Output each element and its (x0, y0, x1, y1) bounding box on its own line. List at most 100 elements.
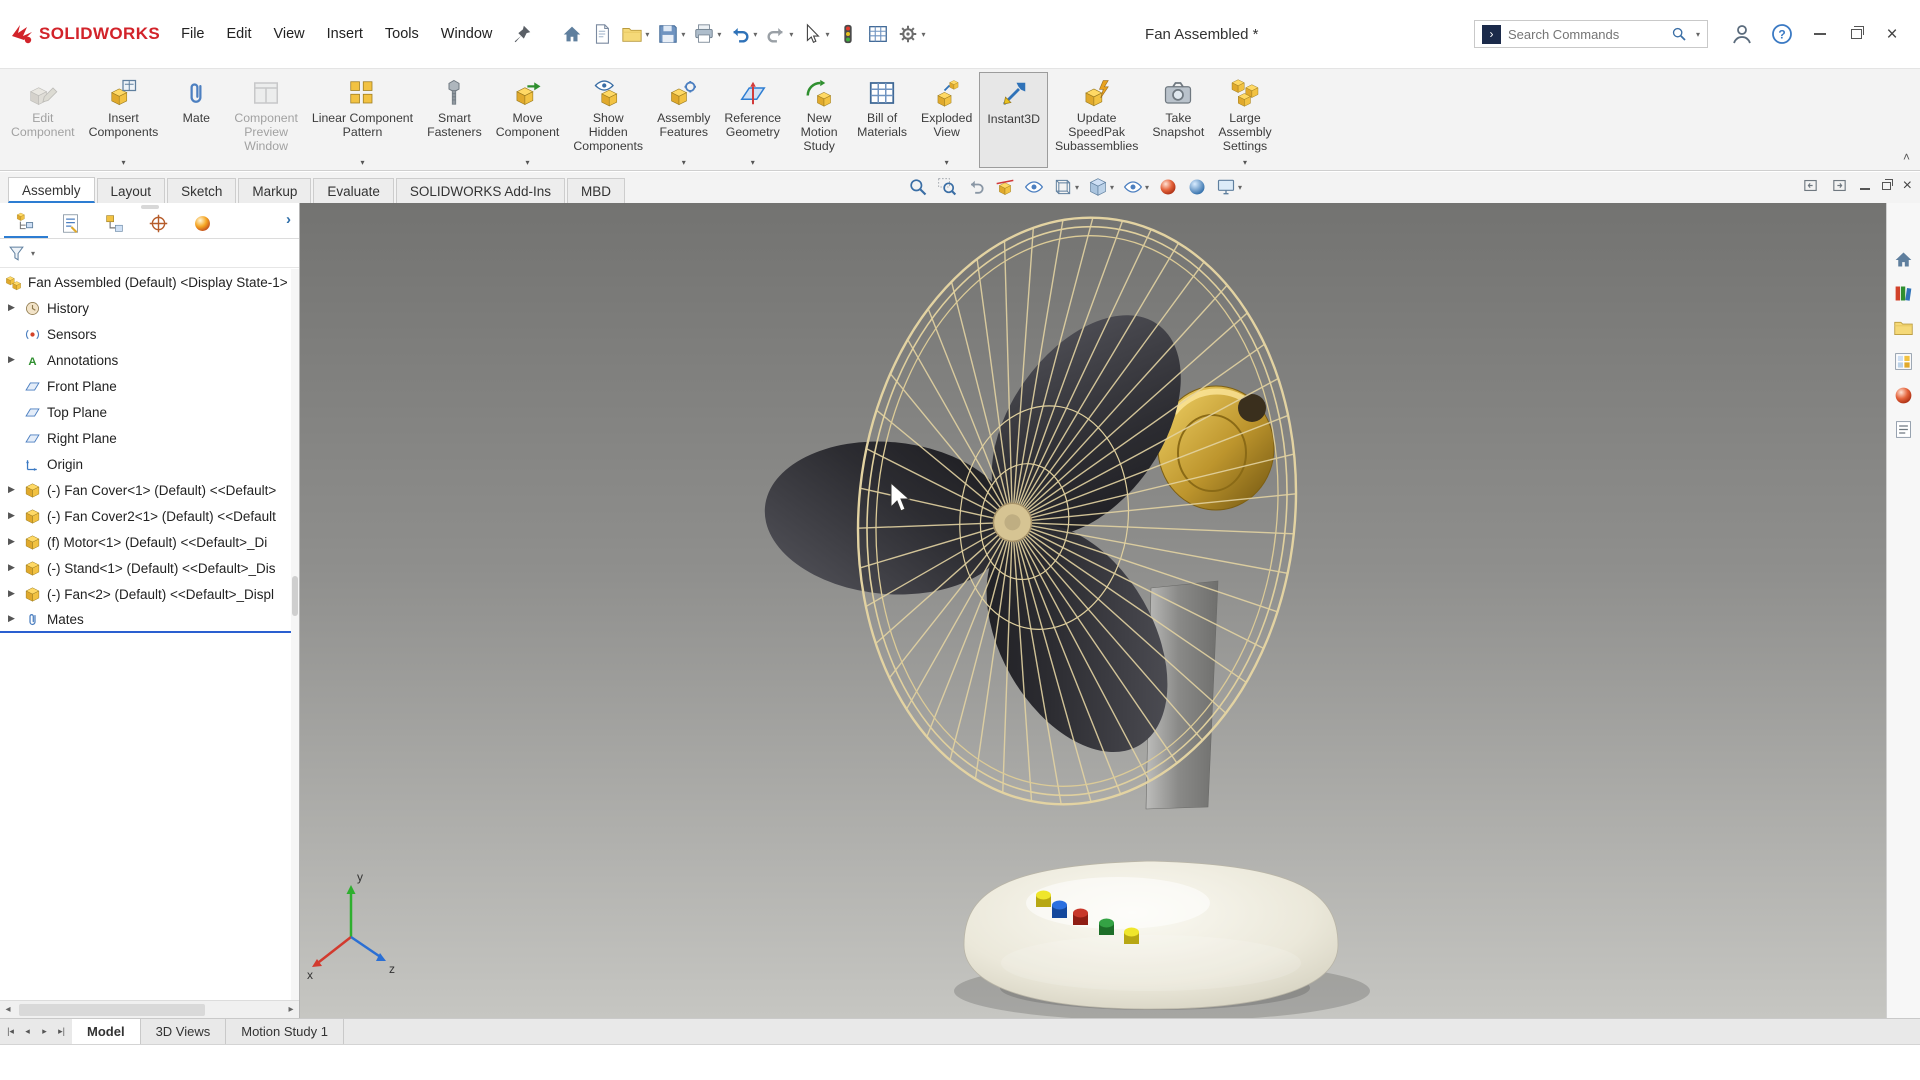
hide-show-items-button[interactable]: ▾ (1085, 175, 1117, 199)
redo-button[interactable]: ▾ (761, 20, 797, 48)
print-dropdown-caret[interactable]: ▾ (717, 30, 721, 39)
select-dropdown-caret[interactable]: ▾ (825, 30, 829, 39)
zoom-to-fit-button[interactable] (905, 175, 931, 199)
ribbon-button-reference-geometry[interactable]: Reference Geometry ▾ (717, 72, 788, 168)
scroll-left-arrow[interactable]: ◂ (0, 1004, 16, 1015)
tree-item-top-plane[interactable]: Top Plane (0, 399, 291, 425)
document-minimize-button[interactable] (1859, 178, 1870, 193)
ribbon-button-move-component[interactable]: Move Component ▾ (489, 72, 567, 168)
last-tab-button[interactable]: ▸| (54, 1026, 69, 1037)
menu-tools[interactable]: Tools (374, 18, 430, 50)
ribbon-button-exploded-view[interactable]: Exploded View ▾ (914, 72, 979, 168)
filter-caret[interactable]: ▾ (31, 249, 35, 258)
next-window-icon[interactable] (1831, 177, 1848, 194)
menu-edit[interactable]: Edit (215, 18, 262, 50)
dynamic-annotation-views-button[interactable] (1021, 175, 1047, 199)
undo-dropdown-caret[interactable]: ▾ (753, 30, 757, 39)
ribbon-button-show-hidden-components[interactable]: Show Hidden Components (566, 72, 650, 168)
zoom-to-area-button[interactable] (934, 175, 960, 199)
view-palette-button[interactable] (1892, 349, 1916, 373)
tab-property-manager[interactable] (48, 210, 92, 238)
tree-item-stand-1[interactable]: ▶ (-) Stand<1> (Default) <<Default>_Dis (0, 555, 291, 581)
undo-button[interactable]: ▾ (725, 20, 761, 48)
tab-dimxpert-manager[interactable] (136, 210, 180, 238)
view-orientation-caret[interactable]: ▾ (1145, 183, 1149, 192)
tab-motion-study-1[interactable]: Motion Study 1 (226, 1019, 344, 1044)
ribbon-button-component-preview-window[interactable]: Component Preview Window (227, 72, 305, 168)
tree-item-fan-cover2-1[interactable]: ▶ (-) Fan Cover2<1> (Default) <<Default (0, 503, 291, 529)
panel-expand-chevron[interactable]: › (286, 211, 291, 228)
ribbon-button-take-snapshot[interactable]: Take Snapshot (1145, 72, 1211, 168)
options-button[interactable]: ▾ (893, 20, 929, 48)
tab-layout[interactable]: Layout (96, 178, 166, 203)
ribbon-button-large-assembly-settings[interactable]: Large Assembly Settings ▾ (1211, 72, 1278, 168)
open-dropdown-caret[interactable]: ▾ (645, 30, 649, 39)
scrollbar-thumb[interactable] (292, 576, 298, 617)
search-commands-box[interactable]: › ▾ (1474, 20, 1708, 48)
search-scope-chip[interactable]: › (1482, 24, 1501, 44)
expand-arrow-icon[interactable]: ▶ (8, 536, 15, 547)
linear-component-pattern-caret[interactable]: ▾ (305, 158, 420, 167)
tree-item-mates[interactable]: ▶ Mates (0, 607, 291, 633)
ribbon-button-linear-component-pattern[interactable]: Linear Component Pattern ▾ (305, 72, 420, 168)
ribbon-button-instant3d[interactable]: Instant3D (979, 72, 1048, 168)
redo-dropdown-caret[interactable]: ▾ (789, 30, 793, 39)
menu-file[interactable]: File (170, 18, 215, 50)
previous-tab-button[interactable]: ◂ (20, 1026, 35, 1037)
expand-arrow-icon[interactable]: ▶ (8, 484, 15, 495)
save-dropdown-caret[interactable]: ▾ (681, 30, 685, 39)
menu-insert[interactable]: Insert (316, 18, 374, 50)
move-component-caret[interactable]: ▾ (489, 158, 567, 167)
exploded-view-caret[interactable]: ▾ (914, 158, 979, 167)
window-restore-button[interactable] (1838, 19, 1874, 49)
search-dropdown-caret[interactable]: ▾ (1696, 30, 1700, 39)
ribbon-button-insert-components[interactable]: Insert Components ▾ (82, 72, 166, 168)
tab-sketch[interactable]: Sketch (167, 178, 237, 203)
large-assembly-settings-caret[interactable]: ▾ (1211, 158, 1278, 167)
panel-vertical-scrollbar[interactable] (291, 269, 299, 1000)
save-button[interactable]: ▾ (653, 20, 689, 48)
section-view-button[interactable] (992, 175, 1018, 199)
graphics-viewport[interactable]: x y z (300, 203, 1886, 1018)
help-button[interactable] (1762, 22, 1802, 46)
tree-item-fan-cover-1[interactable]: ▶ (-) Fan Cover<1> (Default) <<Default> (0, 477, 291, 503)
tab-solidworks-add-ins[interactable]: SOLIDWORKS Add-Ins (395, 178, 565, 203)
expand-arrow-icon[interactable]: ▶ (8, 302, 15, 313)
panel-horizontal-scrollbar[interactable]: ◂ ▸ (0, 1000, 299, 1018)
custom-properties-button[interactable] (1892, 417, 1916, 441)
tab-mbd[interactable]: MBD (566, 178, 625, 203)
search-input[interactable] (1508, 26, 1664, 42)
tree-item-history[interactable]: ▶ History (0, 295, 291, 321)
expand-arrow-icon[interactable]: ▶ (8, 588, 15, 599)
solidworks-resources-button[interactable] (1892, 247, 1916, 271)
tab-configuration-manager[interactable] (92, 210, 136, 238)
tree-item-right-plane[interactable]: Right Plane (0, 425, 291, 451)
ribbon-button-assembly-features[interactable]: Assembly Features ▾ (650, 72, 717, 168)
document-close-button[interactable]: × (1903, 177, 1912, 194)
tree-item-front-plane[interactable]: Front Plane (0, 373, 291, 399)
user-account-button[interactable] (1722, 22, 1762, 46)
ribbon-button-mate[interactable]: Mate (165, 72, 227, 168)
panel-splitter-grip[interactable] (140, 205, 159, 209)
home-button[interactable] (557, 20, 587, 48)
tab-featuremanager-design-tree[interactable] (4, 209, 48, 238)
menu-window[interactable]: Window (430, 18, 504, 50)
expand-arrow-icon[interactable]: ▶ (8, 562, 15, 573)
insert-components-caret[interactable]: ▾ (82, 158, 166, 167)
tab-markup[interactable]: Markup (238, 178, 312, 203)
options-dropdown-caret[interactable]: ▾ (921, 30, 925, 39)
scroll-right-arrow[interactable]: ▸ (283, 1004, 299, 1015)
expand-arrow-icon[interactable]: ▶ (8, 613, 15, 624)
apply-scene-button[interactable] (1184, 175, 1210, 199)
reference-geometry-caret[interactable]: ▾ (717, 158, 788, 167)
menu-view[interactable]: View (262, 18, 315, 50)
pin-menu-icon[interactable] (511, 23, 533, 45)
scrollbar-track[interactable] (17, 1003, 282, 1016)
ribbon-collapse-chevron[interactable]: ˄ (1903, 150, 1910, 164)
document-restore-button[interactable] (1881, 178, 1893, 193)
window-minimize-button[interactable] (1802, 19, 1838, 49)
tab-3d-views[interactable]: 3D Views (141, 1019, 227, 1044)
tree-item-sensors[interactable]: Sensors (0, 321, 291, 347)
display-style-button[interactable]: ▾ (1050, 175, 1082, 199)
filter-funnel-icon[interactable] (7, 244, 26, 263)
